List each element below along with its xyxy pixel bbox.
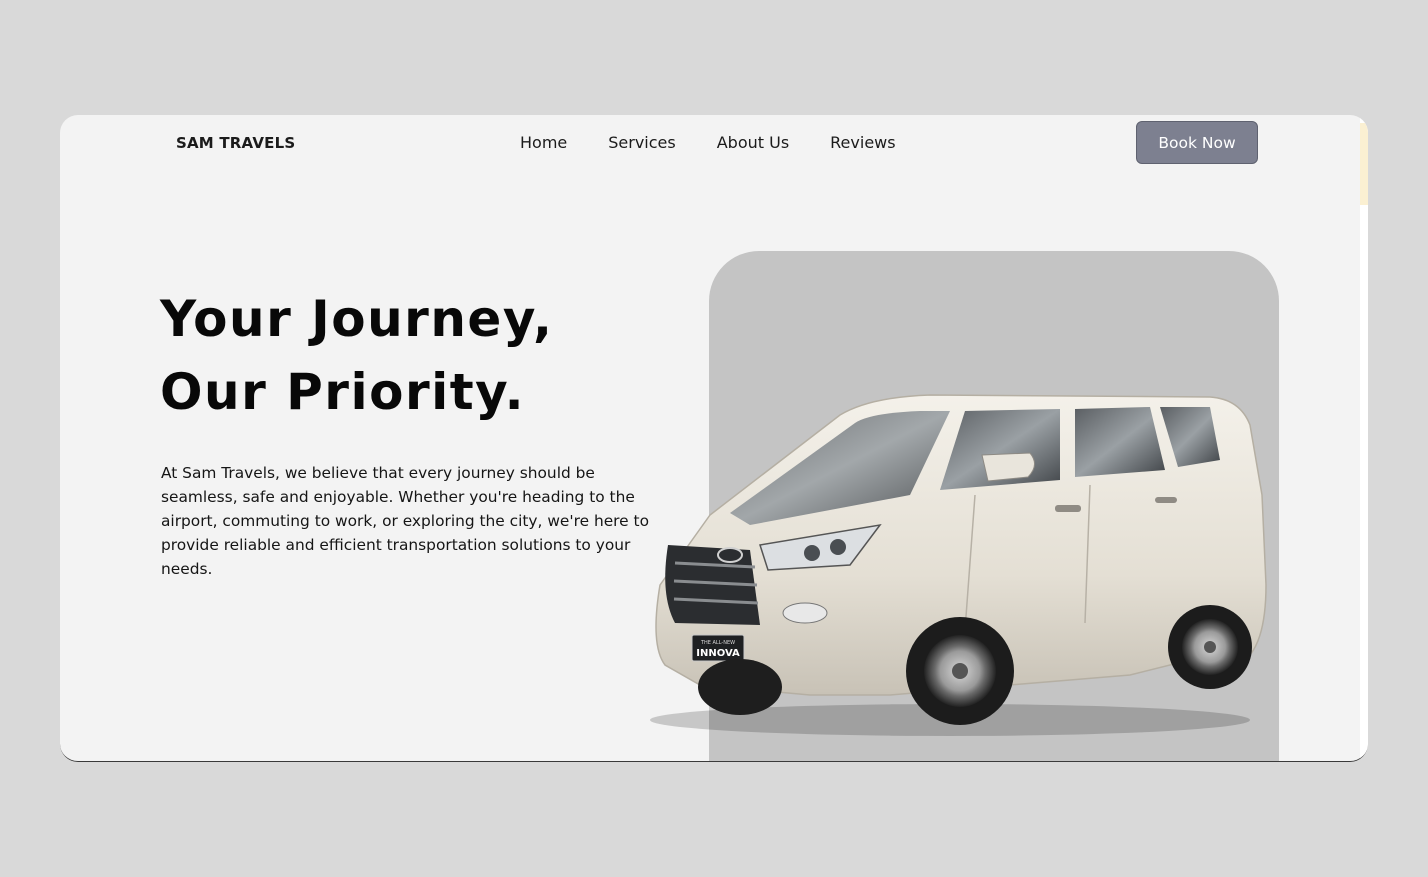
scrollbar[interactable] (1360, 115, 1368, 761)
brand-logo[interactable]: SAM TRAVELS (176, 134, 295, 152)
car-badge: INNOVA (696, 648, 740, 659)
nav-item-services[interactable]: Services (608, 133, 675, 152)
main-nav: Home Services About Us Reviews (520, 133, 896, 152)
hero-title: Your Journey, Our Priority. (160, 283, 554, 429)
scrollbar-thumb[interactable] (1360, 123, 1368, 205)
hero-title-line2: Our Priority. (160, 363, 526, 421)
browser-window: SAM TRAVELS Home Services About Us Revie… (60, 115, 1368, 762)
nav-item-home[interactable]: Home (520, 133, 567, 152)
hero-title-line1: Your Journey, (160, 290, 554, 348)
car-badge-small: THE ALL-NEW (700, 640, 735, 646)
nav-item-reviews[interactable]: Reviews (830, 133, 895, 152)
book-now-button[interactable]: Book Now (1136, 121, 1258, 164)
car-photo: THE ALL-NEW INNOVA (650, 394, 1267, 736)
hero-description: At Sam Travels, we believe that every jo… (161, 464, 649, 578)
nav-item-about-us[interactable]: About Us (717, 133, 789, 152)
